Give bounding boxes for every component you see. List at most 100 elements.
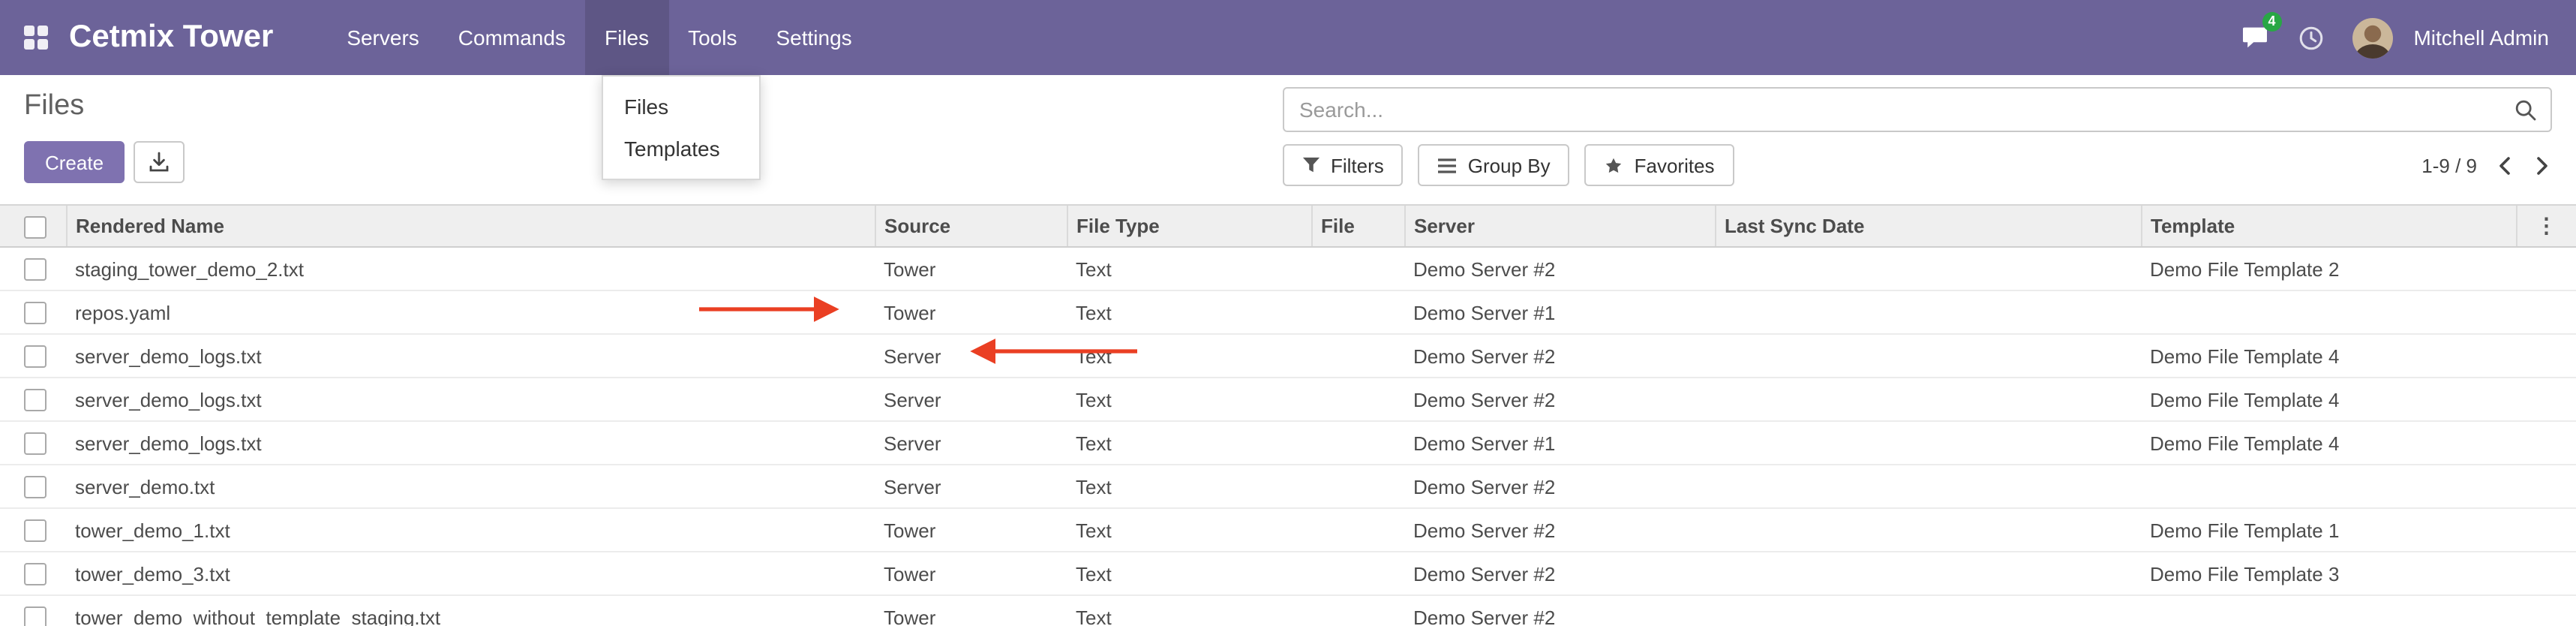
- cell-file[interactable]: [1311, 378, 1404, 421]
- cell-file[interactable]: [1311, 421, 1404, 465]
- cell-rendered-name[interactable]: server_demo_logs.txt: [66, 334, 875, 378]
- column-options-button[interactable]: [2516, 205, 2576, 247]
- cell-last-sync-date[interactable]: [1715, 334, 2141, 378]
- cell-template[interactable]: [2141, 465, 2516, 508]
- cell-source[interactable]: Tower: [875, 595, 1067, 626]
- download-button[interactable]: [134, 141, 185, 183]
- cell-last-sync-date[interactable]: [1715, 465, 2141, 508]
- col-file[interactable]: File: [1311, 205, 1404, 247]
- cell-server[interactable]: Demo Server #2: [1404, 595, 1715, 626]
- cell-rendered-name[interactable]: tower_demo_without_template_staging.txt: [66, 595, 875, 626]
- cell-source[interactable]: Tower: [875, 552, 1067, 595]
- menu-tools[interactable]: Tools: [668, 0, 756, 75]
- menu-servers[interactable]: Servers: [327, 0, 438, 75]
- cell-file[interactable]: [1311, 465, 1404, 508]
- table-row[interactable]: repos.yaml Tower Text Demo Server #1: [0, 290, 2576, 334]
- row-checkbox[interactable]: [24, 476, 47, 498]
- table-row[interactable]: tower_demo_3.txt Tower Text Demo Server …: [0, 552, 2576, 595]
- favorites-button[interactable]: Favorites: [1585, 144, 1734, 186]
- filters-button[interactable]: Filters: [1283, 144, 1404, 186]
- row-checkbox[interactable]: [24, 302, 47, 324]
- messages-icon[interactable]: 4: [2230, 0, 2278, 75]
- cell-template[interactable]: Demo File Template 3: [2141, 552, 2516, 595]
- cell-server[interactable]: Demo Server #2: [1404, 508, 1715, 552]
- row-checkbox[interactable]: [24, 345, 47, 368]
- col-rendered-name[interactable]: Rendered Name: [66, 205, 875, 247]
- cell-rendered-name[interactable]: server_demo_logs.txt: [66, 421, 875, 465]
- cell-file[interactable]: [1311, 290, 1404, 334]
- col-file-type[interactable]: File Type: [1067, 205, 1311, 247]
- table-row[interactable]: staging_tower_demo_2.txt Tower Text Demo…: [0, 247, 2576, 290]
- cell-rendered-name[interactable]: staging_tower_demo_2.txt: [66, 247, 875, 290]
- cell-file[interactable]: [1311, 595, 1404, 626]
- cell-source[interactable]: Tower: [875, 247, 1067, 290]
- pager-prev-icon[interactable]: [2495, 152, 2514, 178]
- cell-server[interactable]: Demo Server #2: [1404, 378, 1715, 421]
- cell-template[interactable]: [2141, 595, 2516, 626]
- cell-server[interactable]: Demo Server #2: [1404, 465, 1715, 508]
- col-server[interactable]: Server: [1404, 205, 1715, 247]
- cell-source[interactable]: Server: [875, 421, 1067, 465]
- cell-file[interactable]: [1311, 334, 1404, 378]
- cell-source[interactable]: Server: [875, 334, 1067, 378]
- cell-last-sync-date[interactable]: [1715, 378, 2141, 421]
- cell-file-type[interactable]: Text: [1067, 290, 1311, 334]
- cell-server[interactable]: Demo Server #1: [1404, 290, 1715, 334]
- dropdown-item-files[interactable]: Files: [603, 86, 759, 128]
- cell-template[interactable]: Demo File Template 4: [2141, 334, 2516, 378]
- pager-next-icon[interactable]: [2532, 152, 2552, 178]
- create-button[interactable]: Create: [24, 141, 125, 183]
- cell-last-sync-date[interactable]: [1715, 247, 2141, 290]
- cell-file-type[interactable]: Text: [1067, 247, 1311, 290]
- row-checkbox[interactable]: [24, 432, 47, 455]
- cell-template[interactable]: Demo File Template 4: [2141, 378, 2516, 421]
- cell-file-type[interactable]: Text: [1067, 508, 1311, 552]
- dropdown-item-templates[interactable]: Templates: [603, 128, 759, 170]
- menu-files[interactable]: Files: [585, 0, 668, 75]
- select-all-checkbox[interactable]: [24, 215, 47, 238]
- cell-file[interactable]: [1311, 247, 1404, 290]
- table-row[interactable]: tower_demo_without_template_staging.txt …: [0, 595, 2576, 626]
- col-last-sync-date[interactable]: Last Sync Date: [1715, 205, 2141, 247]
- cell-server[interactable]: Demo Server #2: [1404, 552, 1715, 595]
- cell-file-type[interactable]: Text: [1067, 552, 1311, 595]
- cell-template[interactable]: Demo File Template 2: [2141, 247, 2516, 290]
- menu-settings[interactable]: Settings: [756, 0, 871, 75]
- cell-template[interactable]: Demo File Template 4: [2141, 421, 2516, 465]
- activity-clock-icon[interactable]: [2287, 0, 2334, 75]
- apps-grid-icon[interactable]: [24, 26, 48, 50]
- menu-commands[interactable]: Commands: [439, 0, 585, 75]
- cell-source[interactable]: Tower: [875, 508, 1067, 552]
- cell-file-type[interactable]: Text: [1067, 465, 1311, 508]
- cell-server[interactable]: Demo Server #2: [1404, 334, 1715, 378]
- cell-last-sync-date[interactable]: [1715, 508, 2141, 552]
- table-row[interactable]: server_demo_logs.txt Server Text Demo Se…: [0, 378, 2576, 421]
- cell-last-sync-date[interactable]: [1715, 595, 2141, 626]
- row-checkbox[interactable]: [24, 389, 47, 411]
- cell-last-sync-date[interactable]: [1715, 552, 2141, 595]
- row-checkbox[interactable]: [24, 563, 47, 585]
- cell-last-sync-date[interactable]: [1715, 421, 2141, 465]
- table-row[interactable]: server_demo_logs.txt Server Text Demo Se…: [0, 334, 2576, 378]
- group-by-button[interactable]: Group By: [1419, 144, 1570, 186]
- cell-server[interactable]: Demo Server #2: [1404, 247, 1715, 290]
- cell-file-type[interactable]: Text: [1067, 378, 1311, 421]
- user-name[interactable]: Mitchell Admin: [2413, 26, 2549, 50]
- table-row[interactable]: tower_demo_1.txt Tower Text Demo Server …: [0, 508, 2576, 552]
- cell-file-type[interactable]: Text: [1067, 595, 1311, 626]
- cell-file[interactable]: [1311, 552, 1404, 595]
- cell-file-type[interactable]: Text: [1067, 334, 1311, 378]
- cell-template[interactable]: Demo File Template 1: [2141, 508, 2516, 552]
- cell-server[interactable]: Demo Server #1: [1404, 421, 1715, 465]
- cell-source[interactable]: Tower: [875, 290, 1067, 334]
- cell-rendered-name[interactable]: repos.yaml: [66, 290, 875, 334]
- cell-file[interactable]: [1311, 508, 1404, 552]
- cell-source[interactable]: Server: [875, 465, 1067, 508]
- col-source[interactable]: Source: [875, 205, 1067, 247]
- cell-template[interactable]: [2141, 290, 2516, 334]
- cell-source[interactable]: Server: [875, 378, 1067, 421]
- row-checkbox[interactable]: [24, 606, 47, 626]
- row-checkbox[interactable]: [24, 258, 47, 281]
- search-icon[interactable]: [2514, 98, 2550, 121]
- search-input[interactable]: [1284, 98, 2514, 122]
